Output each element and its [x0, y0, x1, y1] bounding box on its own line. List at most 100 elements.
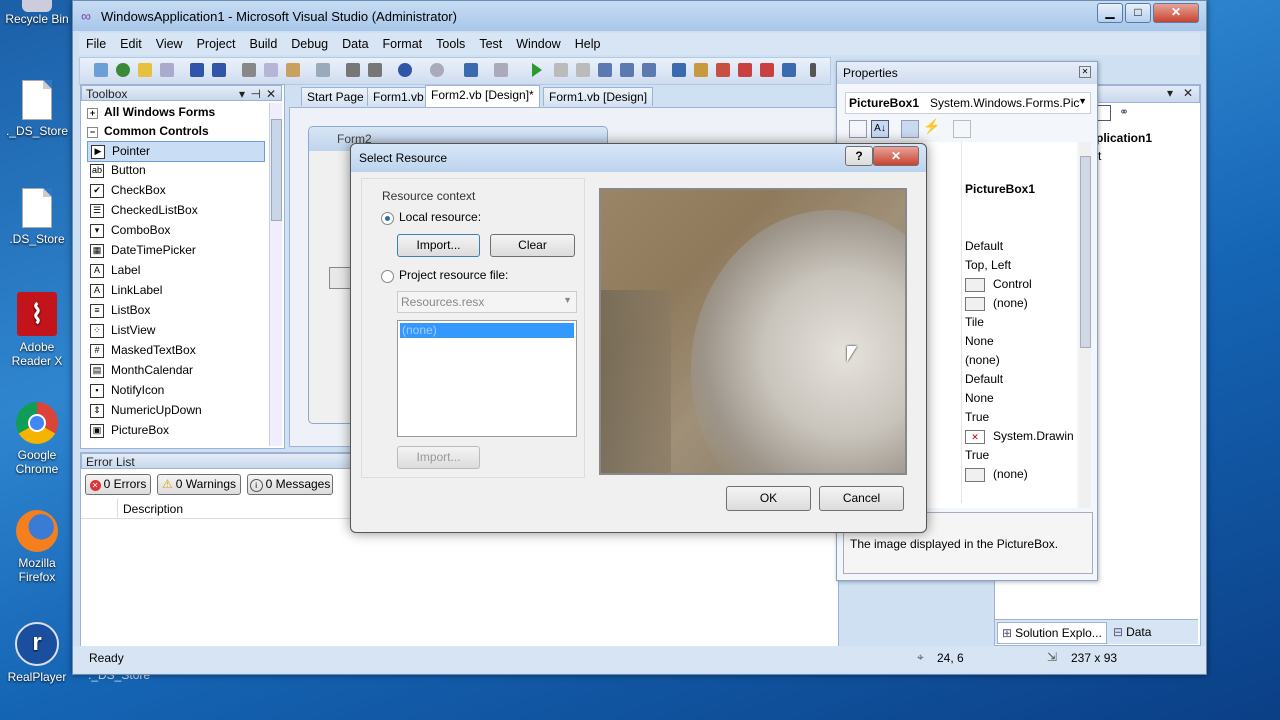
- properties-window-icon[interactable]: [716, 63, 730, 77]
- object-browser-icon[interactable]: [738, 63, 752, 77]
- view-class-diagram-icon[interactable]: ⚭: [1119, 105, 1133, 119]
- scrollbar-thumb[interactable]: [271, 119, 282, 221]
- find-in-files-icon[interactable]: [672, 63, 686, 77]
- project-resource-radio[interactable]: [381, 270, 394, 283]
- resource-file-combo[interactable]: Resources.resx ▼: [397, 291, 577, 313]
- toolbox-item-combobox[interactable]: ▾ ComboBox: [87, 221, 263, 240]
- navigate-forward-icon[interactable]: [494, 63, 508, 77]
- menu-file[interactable]: File: [79, 33, 113, 51]
- toolbox-item-listview[interactable]: ⁘ ListView: [87, 321, 263, 340]
- menu-view[interactable]: View: [149, 33, 190, 51]
- cancel-button[interactable]: Cancel: [819, 486, 904, 511]
- tab-form1-code[interactable]: Form1.vb: [367, 87, 430, 106]
- step-into-icon[interactable]: [598, 63, 612, 77]
- tab-start-page[interactable]: Start Page: [301, 87, 370, 106]
- dialog-close-button[interactable]: ✕: [873, 146, 919, 166]
- open-file-icon[interactable]: [138, 63, 152, 77]
- categorized-icon[interactable]: [849, 120, 867, 138]
- step-out-icon[interactable]: [642, 63, 656, 77]
- desktop-icon-ds-store-1[interactable]: ._DS_Store: [2, 80, 72, 138]
- save-icon[interactable]: [190, 63, 204, 77]
- pin-icon[interactable]: ⊣: [251, 86, 261, 102]
- start-page-icon[interactable]: [782, 63, 796, 77]
- uncomment-icon[interactable]: [368, 63, 382, 77]
- tab-form1-design[interactable]: Form1.vb [Design]: [543, 87, 654, 106]
- close-icon[interactable]: ✕: [1183, 86, 1193, 100]
- desktop-icon-realplayer[interactable]: r RealPlayer: [2, 622, 72, 684]
- toolbox-item-checkedlistbox[interactable]: ☰ CheckedListBox: [87, 201, 263, 220]
- copy-icon[interactable]: [264, 63, 278, 77]
- property-grid-scrollbar[interactable]: [1079, 142, 1091, 508]
- resource-list[interactable]: (none): [397, 320, 577, 437]
- import-button[interactable]: Import...: [397, 234, 480, 257]
- warnings-filter-button[interactable]: ⚠ 0 Warnings: [157, 474, 241, 495]
- toolbox-section-all-windows-forms[interactable]: + All Windows Forms: [87, 103, 215, 121]
- local-resource-label[interactable]: Local resource:: [399, 210, 481, 224]
- toolbox-item-listbox[interactable]: ≡ ListBox: [87, 301, 263, 320]
- events-icon[interactable]: ⚡: [923, 118, 940, 134]
- import-project-button[interactable]: Import...: [397, 446, 480, 469]
- close-icon[interactable]: ✕: [266, 86, 276, 102]
- maximize-button[interactable]: □: [1125, 3, 1151, 23]
- dropdown-icon[interactable]: ▾: [1167, 86, 1173, 100]
- menu-tools[interactable]: Tools: [429, 33, 472, 51]
- undo-icon[interactable]: [398, 63, 412, 77]
- toolbox-item-pointer[interactable]: ▶ Pointer: [87, 141, 265, 162]
- alphabetical-icon[interactable]: A↓: [871, 120, 889, 138]
- resource-list-item-selected[interactable]: (none): [400, 323, 574, 338]
- menu-help[interactable]: Help: [568, 33, 608, 51]
- toolbox-item-notifyicon[interactable]: ▪ NotifyIcon: [87, 381, 263, 400]
- comment-icon[interactable]: [346, 63, 360, 77]
- close-button[interactable]: ✕: [1153, 3, 1199, 23]
- menu-window[interactable]: Window: [509, 33, 567, 51]
- toolbox-item-numericupdown[interactable]: ⇕ NumericUpDown: [87, 401, 263, 420]
- toolbar-options-icon[interactable]: [810, 63, 816, 77]
- tab-form2-design[interactable]: Form2.vb [Design]*: [425, 85, 540, 107]
- clear-button[interactable]: Clear: [490, 234, 575, 257]
- solution-explorer-icon[interactable]: [694, 63, 708, 77]
- desktop-icon-google-chrome[interactable]: Google Chrome: [2, 402, 72, 476]
- desktop-icon-ds-store-2[interactable]: .DS_Store: [2, 188, 72, 246]
- stop-icon[interactable]: [576, 63, 590, 77]
- toolbox-item-monthcalendar[interactable]: ▤ MonthCalendar: [87, 361, 263, 380]
- toolbox-section-common-controls[interactable]: − Common Controls: [87, 122, 209, 140]
- ok-button[interactable]: OK: [726, 486, 811, 511]
- desktop-icon-adobe-reader[interactable]: ⌇ Adobe Reader X: [2, 292, 72, 368]
- local-resource-radio[interactable]: [381, 212, 394, 225]
- toolbox-item-checkbox[interactable]: ✔ CheckBox: [87, 181, 263, 200]
- dropdown-icon[interactable]: ▾: [239, 86, 245, 102]
- find-icon[interactable]: [316, 63, 330, 77]
- desktop-icon-recycle-bin[interactable]: Recycle Bin: [2, 0, 72, 26]
- toolbox-item-maskedtextbox[interactable]: # MaskedTextBox: [87, 341, 263, 360]
- messages-filter-button[interactable]: i0 Messages: [247, 474, 333, 495]
- solution-project-label[interactable]: plication1: [1096, 131, 1152, 145]
- minimize-button[interactable]: ▁: [1097, 3, 1123, 23]
- toolbox-item-label[interactable]: A Label: [87, 261, 263, 280]
- save-all-icon[interactable]: [212, 63, 226, 77]
- description-column-header[interactable]: Description: [123, 502, 183, 516]
- tab-data-sources[interactable]: ⊟Data Sources: [1109, 622, 1198, 659]
- menu-test[interactable]: Test: [472, 33, 509, 51]
- close-icon[interactable]: ✕: [1079, 66, 1091, 78]
- menu-debug[interactable]: Debug: [284, 33, 335, 51]
- cut-icon[interactable]: [242, 63, 256, 77]
- toolbox-item-linklabel[interactable]: A LinkLabel: [87, 281, 263, 300]
- new-project-icon[interactable]: [94, 63, 108, 77]
- object-selector[interactable]: PictureBox1 System.Windows.Forms.Pictu ▼: [845, 92, 1091, 114]
- menu-project[interactable]: Project: [190, 33, 243, 51]
- project-resource-label[interactable]: Project resource file:: [399, 268, 508, 282]
- toolbox-item-datetimepicker[interactable]: ▦ DateTimePicker: [87, 241, 263, 260]
- properties-icon[interactable]: [901, 120, 919, 138]
- step-over-icon[interactable]: [620, 63, 634, 77]
- pause-icon[interactable]: [554, 63, 568, 77]
- errors-filter-button[interactable]: ✕ 0 Errors: [85, 474, 151, 495]
- start-debugging-icon[interactable]: [532, 63, 542, 77]
- solution-tree-item[interactable]: t: [1098, 149, 1101, 163]
- menu-format[interactable]: Format: [376, 33, 430, 51]
- tab-solution-explorer[interactable]: ⊞ Solution Explo...: [997, 622, 1107, 644]
- add-item-icon[interactable]: [116, 63, 130, 77]
- desktop-icon-mozilla-firefox[interactable]: Mozilla Firefox: [2, 510, 72, 584]
- scrollbar-thumb[interactable]: [1080, 156, 1091, 348]
- help-button[interactable]: ?: [845, 146, 873, 166]
- paste-icon[interactable]: [286, 63, 300, 77]
